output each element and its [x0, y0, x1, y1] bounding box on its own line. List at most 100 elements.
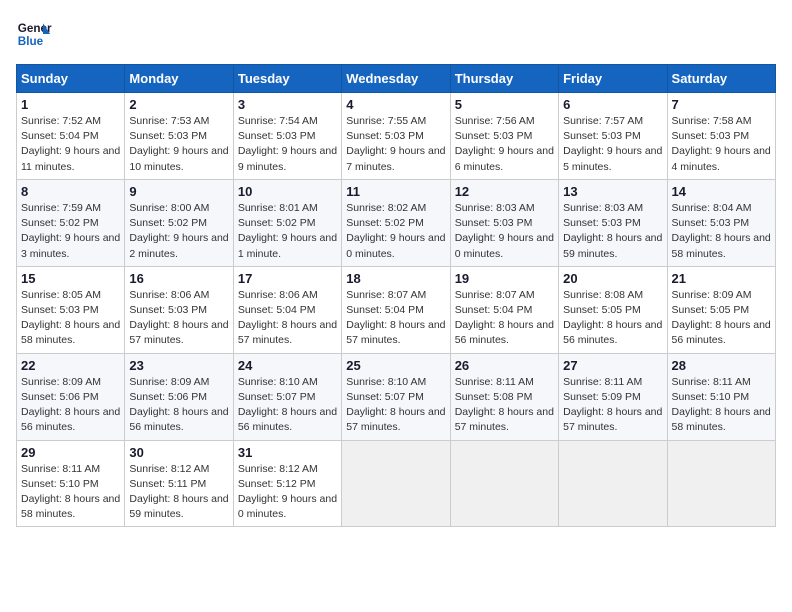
calendar-cell: 7 Sunrise: 7:58 AMSunset: 5:03 PMDayligh…	[667, 93, 775, 180]
calendar-week-row: 15 Sunrise: 8:05 AMSunset: 5:03 PMDaylig…	[17, 266, 776, 353]
day-info: Sunrise: 8:12 AMSunset: 5:11 PMDaylight:…	[129, 462, 228, 523]
day-info: Sunrise: 8:07 AMSunset: 5:04 PMDaylight:…	[346, 288, 445, 349]
day-number: 20	[563, 271, 662, 286]
day-info: Sunrise: 8:09 AMSunset: 5:05 PMDaylight:…	[672, 288, 771, 349]
calendar-week-row: 1 Sunrise: 7:52 AMSunset: 5:04 PMDayligh…	[17, 93, 776, 180]
day-info: Sunrise: 8:04 AMSunset: 5:03 PMDaylight:…	[672, 201, 771, 262]
calendar-cell: 10 Sunrise: 8:01 AMSunset: 5:02 PMDaylig…	[233, 179, 341, 266]
weekday-header-cell: Sunday	[17, 65, 125, 93]
day-info: Sunrise: 8:11 AMSunset: 5:08 PMDaylight:…	[455, 375, 554, 436]
logo-icon: General Blue	[16, 16, 52, 52]
day-number: 3	[238, 97, 337, 112]
day-number: 8	[21, 184, 120, 199]
day-number: 25	[346, 358, 445, 373]
calendar-cell: 31 Sunrise: 8:12 AMSunset: 5:12 PMDaylig…	[233, 440, 341, 527]
calendar-cell: 8 Sunrise: 7:59 AMSunset: 5:02 PMDayligh…	[17, 179, 125, 266]
day-number: 17	[238, 271, 337, 286]
calendar-cell: 29 Sunrise: 8:11 AMSunset: 5:10 PMDaylig…	[17, 440, 125, 527]
calendar-cell: 9 Sunrise: 8:00 AMSunset: 5:02 PMDayligh…	[125, 179, 233, 266]
day-info: Sunrise: 8:01 AMSunset: 5:02 PMDaylight:…	[238, 201, 337, 262]
calendar-week-row: 29 Sunrise: 8:11 AMSunset: 5:10 PMDaylig…	[17, 440, 776, 527]
day-number: 6	[563, 97, 662, 112]
day-info: Sunrise: 8:03 AMSunset: 5:03 PMDaylight:…	[563, 201, 662, 262]
svg-text:Blue: Blue	[18, 35, 44, 48]
calendar-cell	[559, 440, 667, 527]
day-number: 24	[238, 358, 337, 373]
day-number: 11	[346, 184, 445, 199]
calendar-cell	[450, 440, 558, 527]
calendar-cell: 11 Sunrise: 8:02 AMSunset: 5:02 PMDaylig…	[342, 179, 450, 266]
calendar-week-row: 22 Sunrise: 8:09 AMSunset: 5:06 PMDaylig…	[17, 353, 776, 440]
day-number: 14	[672, 184, 771, 199]
calendar-cell: 27 Sunrise: 8:11 AMSunset: 5:09 PMDaylig…	[559, 353, 667, 440]
day-info: Sunrise: 8:10 AMSunset: 5:07 PMDaylight:…	[238, 375, 337, 436]
calendar-cell: 19 Sunrise: 8:07 AMSunset: 5:04 PMDaylig…	[450, 266, 558, 353]
day-number: 13	[563, 184, 662, 199]
calendar-cell: 14 Sunrise: 8:04 AMSunset: 5:03 PMDaylig…	[667, 179, 775, 266]
day-info: Sunrise: 8:02 AMSunset: 5:02 PMDaylight:…	[346, 201, 445, 262]
day-info: Sunrise: 7:58 AMSunset: 5:03 PMDaylight:…	[672, 114, 771, 175]
calendar-cell: 4 Sunrise: 7:55 AMSunset: 5:03 PMDayligh…	[342, 93, 450, 180]
calendar-cell: 16 Sunrise: 8:06 AMSunset: 5:03 PMDaylig…	[125, 266, 233, 353]
day-info: Sunrise: 7:59 AMSunset: 5:02 PMDaylight:…	[21, 201, 120, 262]
calendar-cell: 20 Sunrise: 8:08 AMSunset: 5:05 PMDaylig…	[559, 266, 667, 353]
day-number: 16	[129, 271, 228, 286]
day-info: Sunrise: 7:54 AMSunset: 5:03 PMDaylight:…	[238, 114, 337, 175]
calendar-cell: 28 Sunrise: 8:11 AMSunset: 5:10 PMDaylig…	[667, 353, 775, 440]
day-info: Sunrise: 8:11 AMSunset: 5:09 PMDaylight:…	[563, 375, 662, 436]
calendar-cell: 25 Sunrise: 8:10 AMSunset: 5:07 PMDaylig…	[342, 353, 450, 440]
calendar-cell: 1 Sunrise: 7:52 AMSunset: 5:04 PMDayligh…	[17, 93, 125, 180]
weekday-header-cell: Tuesday	[233, 65, 341, 93]
day-number: 31	[238, 445, 337, 460]
day-number: 30	[129, 445, 228, 460]
calendar-cell: 23 Sunrise: 8:09 AMSunset: 5:06 PMDaylig…	[125, 353, 233, 440]
day-info: Sunrise: 8:03 AMSunset: 5:03 PMDaylight:…	[455, 201, 554, 262]
day-number: 2	[129, 97, 228, 112]
day-info: Sunrise: 8:07 AMSunset: 5:04 PMDaylight:…	[455, 288, 554, 349]
day-number: 10	[238, 184, 337, 199]
calendar-cell: 13 Sunrise: 8:03 AMSunset: 5:03 PMDaylig…	[559, 179, 667, 266]
calendar-week-row: 8 Sunrise: 7:59 AMSunset: 5:02 PMDayligh…	[17, 179, 776, 266]
weekday-header-cell: Monday	[125, 65, 233, 93]
day-number: 23	[129, 358, 228, 373]
weekday-header-cell: Wednesday	[342, 65, 450, 93]
calendar-cell	[342, 440, 450, 527]
logo: General Blue	[16, 16, 52, 52]
day-number: 9	[129, 184, 228, 199]
day-number: 26	[455, 358, 554, 373]
calendar-cell: 15 Sunrise: 8:05 AMSunset: 5:03 PMDaylig…	[17, 266, 125, 353]
calendar-cell: 17 Sunrise: 8:06 AMSunset: 5:04 PMDaylig…	[233, 266, 341, 353]
weekday-header-cell: Saturday	[667, 65, 775, 93]
calendar-cell: 22 Sunrise: 8:09 AMSunset: 5:06 PMDaylig…	[17, 353, 125, 440]
day-number: 15	[21, 271, 120, 286]
calendar-cell: 18 Sunrise: 8:07 AMSunset: 5:04 PMDaylig…	[342, 266, 450, 353]
day-number: 22	[21, 358, 120, 373]
day-number: 1	[21, 97, 120, 112]
calendar-cell: 26 Sunrise: 8:11 AMSunset: 5:08 PMDaylig…	[450, 353, 558, 440]
day-info: Sunrise: 7:56 AMSunset: 5:03 PMDaylight:…	[455, 114, 554, 175]
day-number: 21	[672, 271, 771, 286]
day-info: Sunrise: 8:06 AMSunset: 5:04 PMDaylight:…	[238, 288, 337, 349]
calendar-cell	[667, 440, 775, 527]
day-info: Sunrise: 8:10 AMSunset: 5:07 PMDaylight:…	[346, 375, 445, 436]
day-number: 29	[21, 445, 120, 460]
day-number: 18	[346, 271, 445, 286]
day-info: Sunrise: 8:06 AMSunset: 5:03 PMDaylight:…	[129, 288, 228, 349]
weekday-header-row: SundayMondayTuesdayWednesdayThursdayFrid…	[17, 65, 776, 93]
calendar-cell: 21 Sunrise: 8:09 AMSunset: 5:05 PMDaylig…	[667, 266, 775, 353]
weekday-header-cell: Friday	[559, 65, 667, 93]
calendar-cell: 2 Sunrise: 7:53 AMSunset: 5:03 PMDayligh…	[125, 93, 233, 180]
day-info: Sunrise: 7:53 AMSunset: 5:03 PMDaylight:…	[129, 114, 228, 175]
day-info: Sunrise: 8:11 AMSunset: 5:10 PMDaylight:…	[672, 375, 771, 436]
calendar-cell: 30 Sunrise: 8:12 AMSunset: 5:11 PMDaylig…	[125, 440, 233, 527]
day-number: 27	[563, 358, 662, 373]
calendar-cell: 3 Sunrise: 7:54 AMSunset: 5:03 PMDayligh…	[233, 93, 341, 180]
day-info: Sunrise: 8:08 AMSunset: 5:05 PMDaylight:…	[563, 288, 662, 349]
day-info: Sunrise: 8:09 AMSunset: 5:06 PMDaylight:…	[21, 375, 120, 436]
day-info: Sunrise: 8:11 AMSunset: 5:10 PMDaylight:…	[21, 462, 120, 523]
calendar-cell: 5 Sunrise: 7:56 AMSunset: 5:03 PMDayligh…	[450, 93, 558, 180]
day-number: 12	[455, 184, 554, 199]
day-info: Sunrise: 8:05 AMSunset: 5:03 PMDaylight:…	[21, 288, 120, 349]
day-info: Sunrise: 8:12 AMSunset: 5:12 PMDaylight:…	[238, 462, 337, 523]
header: General Blue	[16, 16, 776, 52]
